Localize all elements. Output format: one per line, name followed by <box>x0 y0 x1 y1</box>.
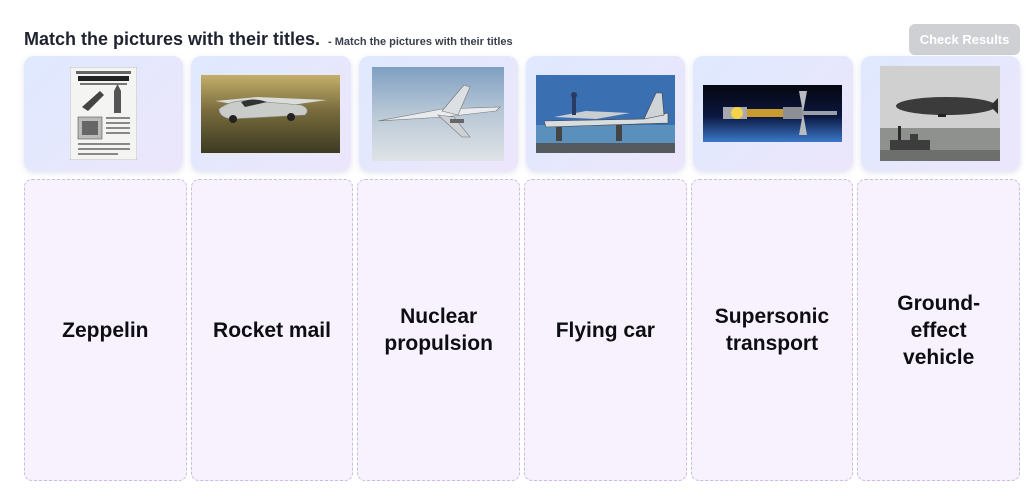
drop-zone-flying-car[interactable]: Flying car <box>524 179 687 481</box>
nuclear-spacecraft-image <box>703 85 843 142</box>
picture-card-flying-car[interactable] <box>191 56 351 171</box>
title-label: Flying car <box>555 318 655 342</box>
page-subtitle: - Match the pictures with their titles <box>328 36 513 48</box>
drop-zone-rocket-mail[interactable]: Rocket mail <box>190 179 354 481</box>
title-label: Rocket mail <box>213 318 331 342</box>
title-label: Supersonic transport <box>714 305 830 355</box>
title-drop-zones: Zeppelin Rocket mail Nuclear propulsion … <box>24 179 1020 481</box>
picture-card-zeppelin[interactable] <box>860 56 1020 171</box>
picture-card-ekranoplan[interactable] <box>525 56 686 171</box>
picture-card-supersonic[interactable] <box>358 56 518 171</box>
newspaper-rocket-image <box>70 67 138 160</box>
title-label: Ground-effect vehicle <box>897 291 981 369</box>
picture-card-nuclear[interactable] <box>693 56 853 171</box>
title-label: Zeppelin <box>62 318 149 342</box>
drop-zone-nuclear-propulsion[interactable]: Nuclear propulsion <box>357 179 520 481</box>
zeppelin-image <box>880 66 1001 161</box>
flying-car-image <box>201 74 341 153</box>
drop-zone-zeppelin[interactable]: Zeppelin <box>24 179 187 481</box>
check-results-button[interactable]: Check Results <box>909 24 1020 55</box>
drop-zone-supersonic-transport[interactable]: Supersonic transport <box>690 179 854 481</box>
header: Match the pictures with their titles. - … <box>24 29 513 50</box>
picture-cards <box>24 56 1020 171</box>
title-label: Nuclear propulsion <box>384 305 493 355</box>
page-title: Match the pictures with their titles. <box>24 29 321 49</box>
picture-card-newspaper[interactable] <box>24 56 184 171</box>
drop-zone-ground-effect-vehicle[interactable]: Ground-effect vehicle <box>857 179 1020 481</box>
supersonic-jet-image <box>372 66 505 161</box>
ground-effect-vehicle-image <box>536 74 676 153</box>
